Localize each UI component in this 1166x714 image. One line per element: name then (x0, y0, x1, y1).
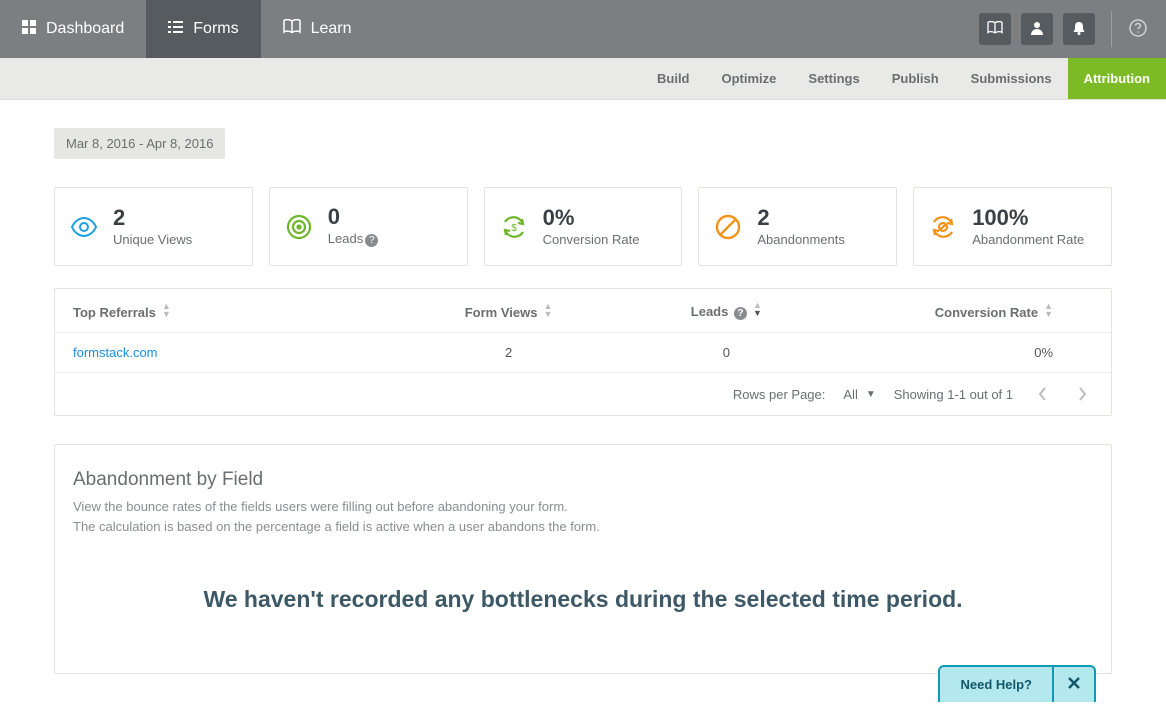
notifications-button[interactable] (1063, 13, 1095, 45)
question-icon (1129, 19, 1147, 40)
grid-icon (22, 20, 36, 39)
nav-learn-label: Learn (311, 20, 352, 38)
abandonments-label: Abandonments (757, 232, 844, 247)
account-button[interactable] (1021, 13, 1053, 45)
tab-build[interactable]: Build (641, 58, 706, 99)
nav-forms-label: Forms (193, 20, 238, 38)
tab-attribution[interactable]: Attribution (1068, 58, 1166, 99)
eye-icon (69, 212, 99, 242)
col-conversion-rate[interactable]: Conversion Rate▲▼ (835, 302, 1093, 320)
table-header: Top Referrals▲▼ Form Views▲▼ Leads ?▲▼ C… (55, 289, 1111, 333)
nav-forms[interactable]: Forms (146, 0, 260, 58)
nav-dashboard[interactable]: Dashboard (0, 0, 146, 58)
prev-page-button[interactable] (1031, 383, 1053, 405)
svg-text:$: $ (511, 223, 517, 234)
help-button[interactable] (1128, 19, 1148, 39)
referral-link[interactable]: formstack.com (73, 345, 158, 360)
table-footer: Rows per Page: All ▼ Showing 1-1 out of … (55, 373, 1111, 415)
question-icon[interactable]: ? (365, 234, 378, 247)
top-right-actions (979, 0, 1166, 58)
leads-label: Leads? (328, 231, 378, 247)
card-unique-views: 2 Unique Views (54, 187, 253, 266)
cell-leads: 0 (617, 345, 835, 360)
sort-icon: ▲▼ (543, 302, 552, 318)
unique-views-label: Unique Views (113, 232, 192, 247)
sort-icon: ▲▼ (1044, 302, 1053, 318)
top-navbar: Dashboard Forms Learn (0, 0, 1166, 58)
abandonment-desc-1: View the bounce rates of the fields user… (73, 497, 1093, 517)
question-icon[interactable]: ? (734, 307, 747, 320)
col-top-referrals[interactable]: Top Referrals▲▼ (73, 302, 400, 320)
col-leads[interactable]: Leads ?▲▼ (617, 301, 835, 320)
card-abandon-rate: 100% Abandonment Rate (913, 187, 1112, 266)
primary-nav: Dashboard Forms Learn (0, 0, 374, 58)
unique-views-value: 2 (113, 207, 192, 229)
abandonment-desc-2: The calculation is based on the percenta… (73, 517, 1093, 537)
tab-optimize[interactable]: Optimize (706, 58, 793, 99)
form-tabs: Build Optimize Settings Publish Submissi… (0, 58, 1166, 100)
leads-value: 0 (328, 206, 378, 228)
target-icon (284, 212, 314, 242)
block-icon (713, 212, 743, 242)
caret-down-icon: ▼ (866, 389, 876, 400)
book-icon (987, 21, 1003, 38)
sort-icon: ▲▼ (753, 301, 762, 317)
abandonment-empty-message: We haven't recorded any bottlenecks duri… (73, 586, 1093, 613)
divider (1111, 11, 1112, 47)
bell-icon (1072, 21, 1086, 38)
nav-dashboard-label: Dashboard (46, 20, 124, 38)
refresh-dollar-icon: $ (499, 212, 529, 242)
tab-settings[interactable]: Settings (792, 58, 875, 99)
abandonment-title: Abandonment by Field (73, 469, 1093, 491)
need-help-widget: Need Help? (938, 665, 1096, 702)
page-content: Mar 8, 2016 - Apr 8, 2016 2 Unique Views… (0, 100, 1166, 714)
rows-per-page-label: Rows per Page: (733, 387, 826, 402)
nav-learn[interactable]: Learn (261, 0, 374, 58)
card-abandonments: 2 Abandonments (698, 187, 897, 266)
user-icon (1030, 21, 1044, 38)
abandonment-panel: Abandonment by Field View the bounce rat… (54, 444, 1112, 674)
sort-icon: ▲▼ (162, 302, 171, 318)
book-icon (283, 19, 301, 40)
card-leads: 0 Leads? (269, 187, 468, 266)
refresh-block-icon (928, 212, 958, 242)
conversion-rate-value: 0% (543, 207, 640, 229)
rows-per-page-select[interactable]: All ▼ (843, 387, 875, 402)
col-form-views[interactable]: Form Views▲▼ (400, 302, 618, 320)
tab-submissions[interactable]: Submissions (955, 58, 1068, 99)
abandon-rate-label: Abandonment Rate (972, 232, 1084, 247)
docs-button[interactable] (979, 13, 1011, 45)
referrals-table: Top Referrals▲▼ Form Views▲▼ Leads ?▲▼ C… (54, 288, 1112, 416)
abandon-rate-value: 100% (972, 207, 1084, 229)
date-range-picker[interactable]: Mar 8, 2016 - Apr 8, 2016 (54, 128, 225, 159)
cell-conv: 0% (835, 345, 1093, 360)
card-conversion-rate: $ 0% Conversion Rate (484, 187, 683, 266)
cell-views: 2 (400, 345, 618, 360)
table-row: formstack.com 2 0 0% (55, 333, 1111, 373)
list-icon (168, 20, 183, 38)
need-help-button[interactable]: Need Help? (940, 667, 1052, 702)
stat-cards: 2 Unique Views 0 Leads? $ 0% Conversion … (54, 187, 1112, 266)
conversion-rate-label: Conversion Rate (543, 232, 640, 247)
abandonments-value: 2 (757, 207, 844, 229)
tab-publish[interactable]: Publish (876, 58, 955, 99)
need-help-close[interactable] (1052, 667, 1094, 702)
next-page-button[interactable] (1071, 383, 1093, 405)
close-icon (1068, 677, 1080, 692)
pagination-status: Showing 1-1 out of 1 (894, 387, 1013, 402)
